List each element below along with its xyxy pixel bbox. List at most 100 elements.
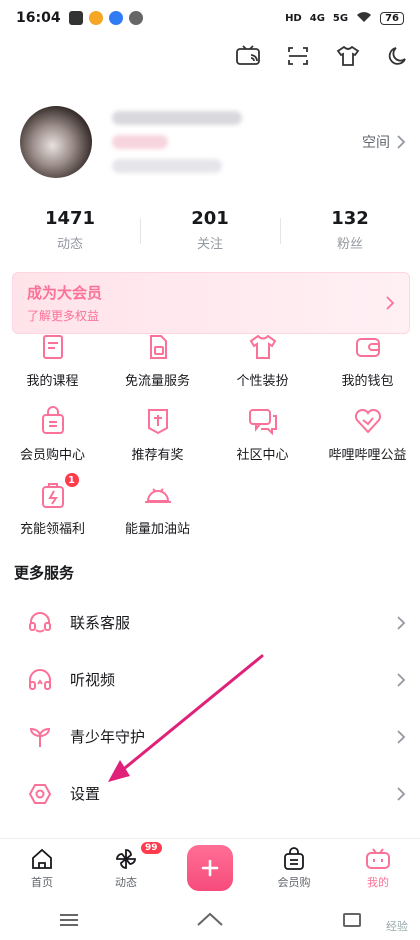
space-label: 空间 xyxy=(362,135,390,151)
services-grid: 我的课程 免流量服务 个性装扮 我的钱包 会员购中心 推荐有奖 社区中心 哔哩哔… xyxy=(0,330,420,552)
menu-item-listen-video[interactable]: 听视频 xyxy=(0,651,420,708)
shopping-bag-icon xyxy=(284,847,304,870)
app-notification-icon xyxy=(128,11,143,25)
service-label: 我的钱包 xyxy=(341,374,394,389)
menu-item-settings[interactable]: 设置 xyxy=(0,765,420,822)
menu-label: 联系客服 xyxy=(70,614,131,632)
chevron-right-icon xyxy=(397,786,406,801)
space-link[interactable]: 空间 xyxy=(362,132,406,152)
tab-vip-shop[interactable]: 会员购 xyxy=(252,839,336,898)
system-nav-bar xyxy=(0,900,420,940)
service-my-wallet[interactable]: 我的钱包 xyxy=(315,330,420,404)
service-free-data[interactable]: 免流量服务 xyxy=(105,330,210,404)
network-4g-icon: 4G xyxy=(309,12,325,24)
vip-banner[interactable]: 成为大会员 了解更多权益 xyxy=(12,272,410,334)
settings-icon xyxy=(26,780,54,808)
back-icon[interactable] xyxy=(340,911,362,929)
tab-label: 首页 xyxy=(31,876,53,889)
headset-icon xyxy=(26,609,54,637)
menu-item-customer-service[interactable]: 联系客服 xyxy=(0,594,420,651)
headphones-icon xyxy=(26,666,54,694)
service-label: 社区中心 xyxy=(236,448,289,463)
top-actions xyxy=(234,42,412,70)
chevron-right-icon xyxy=(386,296,395,310)
service-label: 个性装扮 xyxy=(236,374,289,389)
stat-label: 粉丝 xyxy=(336,237,363,252)
stat-label: 关注 xyxy=(196,237,223,252)
plus-icon xyxy=(201,859,219,876)
more-services-list: 联系客服 听视频 青少年守护 设置 xyxy=(0,594,420,822)
bottom-tab-bar: 首页 99 动态 会员购 我的 xyxy=(0,838,420,898)
scan-icon[interactable] xyxy=(284,42,312,70)
publish-button[interactable] xyxy=(187,844,233,891)
profile-stats: 1471 动态 201 关注 132 粉丝 xyxy=(0,208,420,256)
shopping-bag-icon xyxy=(36,404,70,438)
home-button-icon[interactable] xyxy=(196,911,224,929)
stat-value: 201 xyxy=(191,208,229,229)
vip-subtitle: 了解更多权益 xyxy=(27,309,100,323)
notification-badge: 99 xyxy=(140,841,163,855)
service-personal-dress[interactable]: 个性装扮 xyxy=(210,330,315,404)
reward-icon xyxy=(141,404,175,438)
stat-fans[interactable]: 132 粉丝 xyxy=(280,208,420,256)
stat-value: 1471 xyxy=(44,208,96,229)
service-my-courses[interactable]: 我的课程 xyxy=(0,330,105,404)
sprout-icon xyxy=(26,723,54,751)
username-redacted xyxy=(112,111,242,173)
menu-item-teen-guard[interactable]: 青少年守护 xyxy=(0,708,420,765)
service-charge-benefits[interactable]: 1 充能领福利 xyxy=(0,472,105,552)
more-services-title: 更多服务 xyxy=(14,564,75,582)
service-energy-station[interactable]: 能量加油站 xyxy=(105,478,210,552)
app-notification-icon xyxy=(108,11,123,25)
chevron-right-icon xyxy=(397,729,406,744)
tab-label: 我的 xyxy=(367,876,389,889)
tv-icon xyxy=(366,848,390,869)
battery-gift-icon: 1 xyxy=(36,472,80,512)
tab-home[interactable]: 首页 xyxy=(0,839,84,898)
course-icon xyxy=(36,330,70,364)
vip-title: 成为大会员 xyxy=(27,284,103,302)
notification-badge: 1 xyxy=(63,472,80,488)
network-5g-icon: 5G xyxy=(332,12,349,24)
stat-following[interactable]: 201 关注 xyxy=(140,208,280,256)
service-community-center[interactable]: 社区中心 xyxy=(210,404,315,478)
menu-label: 青少年守护 xyxy=(70,728,146,746)
service-label: 我的课程 xyxy=(26,374,79,389)
tab-label: 动态 xyxy=(115,876,137,889)
tab-mine[interactable]: 我的 xyxy=(336,839,420,898)
wifi-icon xyxy=(356,11,372,26)
stat-value: 132 xyxy=(331,208,369,229)
app-notification-icon xyxy=(68,11,83,25)
chevron-right-icon xyxy=(397,672,406,687)
service-label: 充能领福利 xyxy=(19,522,85,537)
tab-dynamic[interactable]: 99 动态 xyxy=(84,839,168,898)
status-indicators: HD 4G 5G 76 xyxy=(285,11,404,26)
status-app-icons xyxy=(68,11,143,25)
watermark: 经验 xyxy=(386,920,408,933)
chevron-right-icon xyxy=(397,135,406,149)
menu-icon[interactable] xyxy=(58,912,80,928)
avatar[interactable] xyxy=(20,106,92,178)
tab-label: 会员购 xyxy=(277,876,311,889)
stat-label: 动态 xyxy=(56,237,83,252)
tshirt-icon xyxy=(246,330,280,364)
service-label: 能量加油站 xyxy=(124,522,190,537)
cast-tv-icon[interactable] xyxy=(234,42,262,70)
service-referral-reward[interactable]: 推荐有奖 xyxy=(105,404,210,478)
pinwheel-icon xyxy=(116,849,136,869)
stat-posts[interactable]: 1471 动态 xyxy=(0,208,140,256)
menu-label: 设置 xyxy=(70,785,101,803)
service-vip-shop[interactable]: 会员购中心 xyxy=(0,404,105,478)
service-label: 会员购中心 xyxy=(19,448,85,463)
menu-label: 听视频 xyxy=(70,671,116,689)
service-label: 哔哩哔哩公益 xyxy=(328,448,407,463)
service-charity[interactable]: 哔哩哔哩公益 xyxy=(315,404,420,478)
tshirt-icon[interactable] xyxy=(334,42,362,70)
night-mode-icon[interactable] xyxy=(384,42,412,70)
home-icon xyxy=(32,848,52,869)
tab-publish[interactable] xyxy=(168,839,252,898)
community-icon xyxy=(246,404,280,438)
battery-icon: 76 xyxy=(380,11,404,25)
status-time: 16:04 xyxy=(16,10,61,26)
service-label: 免流量服务 xyxy=(124,374,190,389)
